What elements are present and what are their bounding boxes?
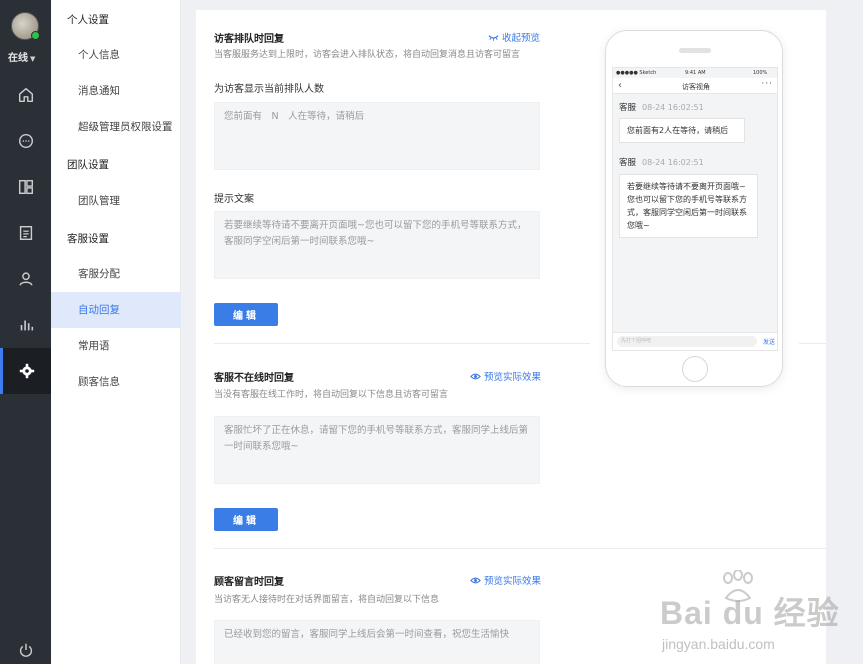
document-icon bbox=[19, 225, 32, 241]
phone-time: 9:41 AM bbox=[685, 70, 706, 76]
top-strip bbox=[196, 0, 826, 10]
eye-icon bbox=[470, 577, 481, 583]
message-textarea[interactable]: 已经收到您的留言，客服同学上线后会第一时间查看，祝您生活愉快 bbox=[214, 620, 540, 664]
sidebar-item-quick-phrases[interactable]: 常用语 bbox=[51, 328, 181, 364]
sidebar-item-notifications[interactable]: 消息通知 bbox=[51, 73, 181, 109]
phone-send-button[interactable]: 发送 bbox=[763, 337, 775, 346]
phone-screen: ●●●●● Sketch 9:41 AM 100% ‹ 访客视角 ··· 客服 0… bbox=[612, 67, 778, 351]
nav-home[interactable] bbox=[0, 72, 51, 118]
watermark-url: jingyan.baidu.com bbox=[662, 636, 775, 652]
sidebar-item-auto-reply[interactable]: 自动回复 bbox=[51, 292, 181, 328]
queue-count-textarea[interactable]: 您前面有 N 人在等待，请稍后 bbox=[214, 102, 540, 170]
message-reply-title: 顾客留言时回复 bbox=[214, 577, 284, 588]
nav-chat[interactable] bbox=[0, 118, 51, 164]
phone-nav-title: 访客视角 bbox=[682, 83, 710, 91]
baidu-watermark: Bai du 经验 jingyan.baidu.com bbox=[660, 570, 860, 660]
watermark-logo: Bai du 经验 bbox=[660, 595, 840, 631]
divider-2 bbox=[214, 548, 826, 549]
status-label: 在线 bbox=[8, 53, 28, 64]
nav-group-team: 团队设置 bbox=[67, 159, 109, 171]
phone-home-button bbox=[682, 356, 708, 382]
message-header: 客服 08-24 16:02:51 bbox=[619, 101, 704, 113]
phone-message-input[interactable]: 先打个招呼吧 bbox=[617, 336, 757, 347]
nav-layout[interactable] bbox=[0, 164, 51, 210]
phone-preview: ●●●●● Sketch 9:41 AM 100% ‹ 访客视角 ··· 客服 0… bbox=[605, 30, 783, 387]
nav-document[interactable] bbox=[0, 210, 51, 256]
message-reply-desc: 当访客无人接待时在对话界面留言，将自动回复以下信息 bbox=[214, 595, 440, 605]
phone-navbar: ‹ 访客视角 ··· bbox=[613, 78, 777, 94]
message-time: 08-24 16:02:51 bbox=[642, 103, 704, 112]
nav-settings[interactable] bbox=[0, 348, 51, 394]
layout-icon bbox=[18, 179, 33, 195]
divider-1 bbox=[214, 343, 590, 344]
message-preview-link[interactable]: 预览实际效果 bbox=[470, 573, 541, 587]
nav-group-personal: 个人设置 bbox=[67, 14, 109, 26]
nav-user[interactable] bbox=[0, 256, 51, 302]
queue-edit-button[interactable]: 编辑 bbox=[214, 303, 278, 326]
divider-1-right bbox=[799, 343, 826, 344]
settings-subnav: 个人设置 个人信息 消息通知 超级管理员权限设置 团队设置 团队管理 客服设置 … bbox=[51, 0, 181, 664]
gear-icon bbox=[19, 363, 35, 379]
offline-textarea[interactable]: 客服忙坏了正在休息，请留下您的手机号等联系方式，客服同学上线后第一时间联系您哦~ bbox=[214, 416, 540, 484]
more-icon[interactable]: ··· bbox=[761, 79, 773, 89]
message-time: 08-24 16:02:51 bbox=[642, 158, 704, 167]
sidebar-item-customer-info[interactable]: 顾客信息 bbox=[51, 364, 181, 400]
user-icon bbox=[18, 272, 33, 286]
offline-reply-title: 客服不在线时回复 bbox=[214, 373, 294, 384]
offline-reply-desc: 当没有客服在线工作时，将自动回复以下信息且访客可留言 bbox=[214, 390, 449, 400]
message-sender: 客服 bbox=[619, 158, 637, 168]
message-header: 客服 08-24 16:02:51 bbox=[619, 156, 704, 168]
status-dropdown[interactable]: 在线 ▼ bbox=[8, 49, 35, 64]
phone-input-bar: 先打个招呼吧 发送 bbox=[613, 332, 777, 350]
tip-text-textarea[interactable]: 若要继续等待请不要离开页面哦~您也可以留下您的手机号等联系方式，客服同学空闲后第… bbox=[214, 211, 540, 279]
offline-preview-link[interactable]: 预览实际效果 bbox=[470, 369, 541, 383]
message-sender: 客服 bbox=[619, 103, 637, 113]
sidebar-item-team-management[interactable]: 团队管理 bbox=[51, 183, 181, 219]
nav-group-service: 客服设置 bbox=[67, 233, 109, 245]
power-icon bbox=[19, 643, 32, 657]
chart-icon bbox=[20, 320, 33, 331]
message-bubble: 若要继续等待请不要离开页面哦~您也可以留下您的手机号等联系方式，客服同学空闲后第… bbox=[619, 174, 758, 238]
collapse-preview-label: 收起预览 bbox=[502, 33, 541, 44]
message-preview-label: 预览实际效果 bbox=[484, 576, 542, 587]
queue-reply-desc: 当客服服务达到上限时，访客会进入排队状态，将自动回复消息且访客可留言 bbox=[214, 50, 521, 60]
collapse-eye-icon bbox=[488, 34, 499, 41]
caret-down-icon: ▼ bbox=[30, 55, 36, 63]
layout-gap bbox=[181, 0, 196, 664]
phone-battery: 100% bbox=[753, 70, 768, 76]
queue-reply-title: 访客排队时回复 bbox=[214, 34, 284, 45]
queue-count-label: 为访客显示当前排队人数 bbox=[214, 84, 324, 95]
nav-chart[interactable] bbox=[0, 302, 51, 348]
left-rail: 在线 ▼ bbox=[0, 0, 51, 664]
offline-preview-label: 预览实际效果 bbox=[484, 372, 542, 383]
sidebar-item-personal-info[interactable]: 个人信息 bbox=[51, 37, 181, 73]
phone-carrier: ●●●●● Sketch bbox=[616, 70, 657, 76]
tip-text-label: 提示文案 bbox=[214, 194, 254, 205]
chat-icon bbox=[18, 133, 33, 149]
phone-speaker bbox=[679, 48, 711, 53]
nav-power[interactable] bbox=[0, 636, 51, 664]
collapse-preview-link[interactable]: 收起预览 bbox=[488, 30, 540, 44]
main-panel: 访客排队时回复 当客服服务达到上限时，访客会进入排队状态，将自动回复消息且访客可… bbox=[196, 0, 826, 664]
eye-icon bbox=[470, 373, 481, 379]
offline-edit-button[interactable]: 编辑 bbox=[214, 508, 278, 531]
sidebar-item-service-assignment[interactable]: 客服分配 bbox=[51, 256, 181, 292]
message-bubble: 您前面有2人在等待，请稍后 bbox=[619, 118, 745, 143]
phone-statusbar: ●●●●● Sketch 9:41 AM 100% bbox=[613, 68, 777, 78]
online-status-dot bbox=[31, 31, 40, 40]
sidebar-item-admin-permissions[interactable]: 超级管理员权限设置 bbox=[51, 109, 181, 145]
home-icon bbox=[18, 87, 33, 103]
